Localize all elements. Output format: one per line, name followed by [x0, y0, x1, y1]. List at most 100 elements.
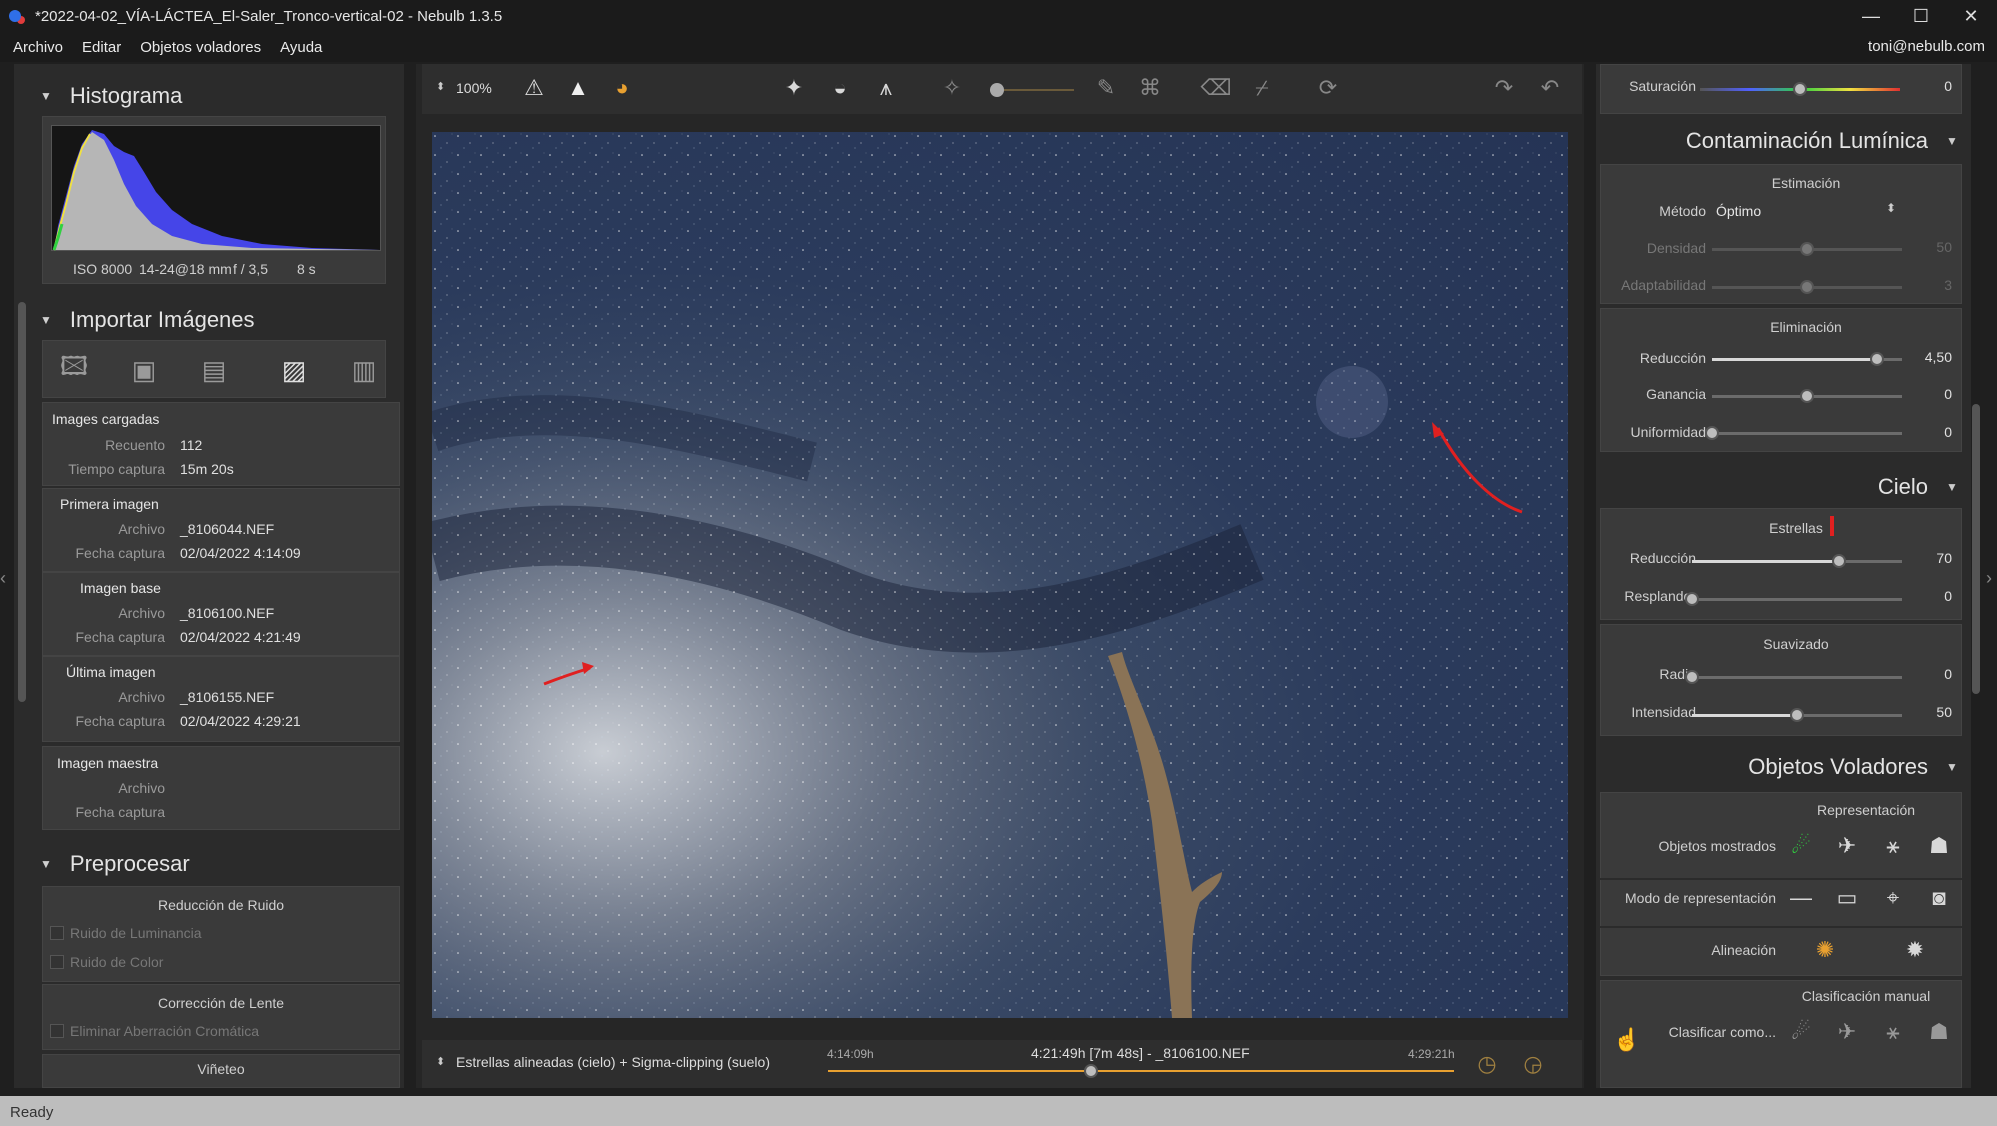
last-date-label: Fecha captura — [75, 713, 166, 729]
title-bar: *2022-04-02_VÍA-LÁCTEA_El-Saler_Tronco-v… — [0, 0, 1997, 32]
timeline-knob[interactable] — [1083, 1064, 1098, 1078]
vignette-label: Viñeteo — [197, 1061, 245, 1077]
import-clipboard-icon[interactable]: ▤ — [196, 352, 232, 388]
planet-icon[interactable]: ◒ — [824, 72, 856, 104]
count-value: 112 — [180, 437, 203, 453]
reduction-slider[interactable] — [1712, 352, 1902, 366]
undo-icon[interactable]: ↶ — [1534, 72, 1566, 104]
refresh-icon[interactable]: ⟳ — [1312, 72, 1344, 104]
brush-icon[interactable]: ✎ — [1090, 72, 1122, 104]
glow-slider[interactable] — [1685, 592, 1902, 606]
warning-filled-icon[interactable]: ▲ — [562, 72, 594, 104]
method-select[interactable]: Óptimo — [1716, 203, 1761, 219]
target-mode-icon[interactable]: ⌖ — [1876, 882, 1910, 914]
ghost-icon[interactable]: ☗ — [1922, 830, 1956, 862]
satellite-icon[interactable]: ⚹ — [1876, 830, 1910, 862]
left-scrollbar[interactable] — [18, 302, 26, 702]
histogram-title: Histograma — [69, 83, 183, 108]
gain-slider[interactable] — [1712, 389, 1902, 403]
color-noise-checkbox[interactable] — [50, 955, 64, 969]
select-stepper-icon[interactable]: ⬍ — [1886, 201, 1896, 215]
hand-pointer-icon[interactable]: ☝ — [1610, 1024, 1644, 1056]
meteor-icon[interactable]: ☄ — [1784, 830, 1818, 862]
uniformity-slider[interactable] — [1705, 426, 1902, 440]
tripod-icon[interactable]: ⩚ — [870, 72, 902, 104]
import-images-icon[interactable]: 🖾 — [56, 351, 92, 388]
menu-objetos-voladores[interactable]: Objetos voladores — [140, 39, 261, 56]
zoom-stepper-icon[interactable]: ⬍ — [436, 80, 445, 93]
star-reduction-slider[interactable] — [1692, 554, 1902, 568]
preprocess-header[interactable]: ▼ Preprocesar — [14, 844, 404, 884]
maximize-button[interactable]: ☐ — [1898, 0, 1944, 32]
warning-outline-icon[interactable]: ⚠ — [518, 72, 550, 104]
menu-archivo[interactable]: Archivo — [13, 39, 63, 56]
radius-value: 0 — [1944, 666, 1952, 682]
master-date-label: Fecha captura — [75, 804, 166, 820]
stars-heading: Estrellas — [1769, 520, 1823, 536]
classify-plane-icon[interactable]: ✈ — [1830, 1016, 1864, 1048]
import-base-image-icon[interactable]: ▨ — [276, 352, 312, 388]
stars-icon[interactable]: ✦ — [778, 72, 810, 104]
adaptability-slider[interactable] — [1712, 280, 1902, 294]
chromatic-aberration-checkbox[interactable] — [50, 1024, 64, 1038]
saturation-slider[interactable] — [1700, 82, 1900, 96]
radius-slider[interactable] — [1685, 670, 1902, 684]
mode-stepper-icon[interactable]: ⬍ — [436, 1055, 445, 1068]
right-scrollbar[interactable] — [1972, 404, 1980, 694]
light-pollution-title[interactable]: Contaminación Lumínica — [1596, 128, 1928, 168]
last-file-label: Archivo — [118, 689, 165, 705]
collapse-triangle-icon[interactable]: ▼ — [1946, 134, 1958, 148]
wand-icon[interactable]: ✧ — [936, 72, 968, 104]
import-delete-icon[interactable]: ▥ — [346, 352, 382, 388]
classify-satellite-icon[interactable]: ⚹ — [1876, 1016, 1910, 1048]
histogram-plot — [51, 125, 381, 251]
color-noise-label: Ruido de Color — [70, 954, 164, 970]
capture-time-value: 15m 20s — [180, 461, 234, 477]
minimize-button[interactable]: — — [1848, 0, 1894, 32]
base-date-label: Fecha captura — [75, 629, 166, 645]
count-label: Recuento — [105, 437, 165, 453]
import-header[interactable]: ▼ Importar Imágenes — [14, 300, 404, 340]
camera-mode-icon[interactable]: ◙ — [1922, 882, 1956, 914]
redo-icon[interactable]: ↷ — [1488, 72, 1520, 104]
astro-image-canvas[interactable] — [432, 132, 1568, 1018]
eraser-icon[interactable]: ⌫ — [1200, 72, 1232, 104]
plane-icon[interactable]: ✈ — [1830, 830, 1864, 862]
alignment-label: Alineación — [1711, 942, 1776, 958]
clock-icon[interactable]: ◷ — [1470, 1048, 1504, 1080]
base-image-heading: Imagen base — [80, 580, 161, 596]
line-mode-icon[interactable]: — — [1784, 882, 1818, 914]
broom-icon[interactable]: ⌿ — [1246, 72, 1278, 104]
density-slider[interactable] — [1712, 242, 1902, 256]
collapse-left-icon[interactable]: ‹ — [0, 568, 6, 589]
palette-icon[interactable]: ◕ — [606, 72, 638, 104]
luminance-noise-checkbox[interactable] — [50, 926, 64, 940]
import-folder-icon[interactable]: ▣ — [126, 352, 162, 388]
classify-ghost-icon[interactable]: ☗ — [1922, 1016, 1956, 1048]
intensity-slider[interactable] — [1692, 708, 1902, 722]
box-mode-icon[interactable]: ▭ — [1830, 882, 1864, 914]
flying-objects-title[interactable]: Objetos Voladores — [1596, 754, 1928, 794]
user-account[interactable]: toni@nebulb.com — [1868, 38, 1985, 55]
collapse-triangle-icon[interactable]: ▼ — [1946, 760, 1958, 774]
uniformity-label: Uniformidad — [1630, 424, 1706, 440]
menu-editar[interactable]: Editar — [82, 39, 121, 56]
menu-ayuda[interactable]: Ayuda — [280, 39, 322, 56]
collapse-triangle-icon[interactable]: ▼ — [1946, 480, 1958, 494]
zoom-level[interactable]: 100% — [456, 80, 492, 96]
first-date-label: Fecha captura — [75, 545, 166, 561]
brush-size-slider[interactable] — [990, 83, 1074, 97]
align-off-icon[interactable]: ✹ — [1898, 934, 1932, 966]
collapse-right-icon[interactable]: › — [1986, 568, 1992, 589]
brush-mask-icon[interactable]: ⌘ — [1134, 72, 1166, 104]
stacking-mode[interactable]: Estrellas alineadas (cielo) + Sigma-clip… — [456, 1054, 770, 1070]
divider — [1600, 926, 1962, 928]
align-on-icon[interactable]: ✺ — [1808, 934, 1842, 966]
star-reduction-label: Reducción — [1629, 550, 1696, 566]
histogram-header[interactable]: ▼ Histograma — [14, 76, 404, 116]
timeline-slider[interactable] — [828, 1064, 1454, 1078]
close-button[interactable]: ✕ — [1948, 0, 1994, 32]
classify-meteor-icon[interactable]: ☄ — [1784, 1016, 1818, 1048]
first-file-value: _8106044.NEF — [180, 521, 275, 537]
clock-reset-icon[interactable]: ◶ — [1516, 1048, 1550, 1080]
